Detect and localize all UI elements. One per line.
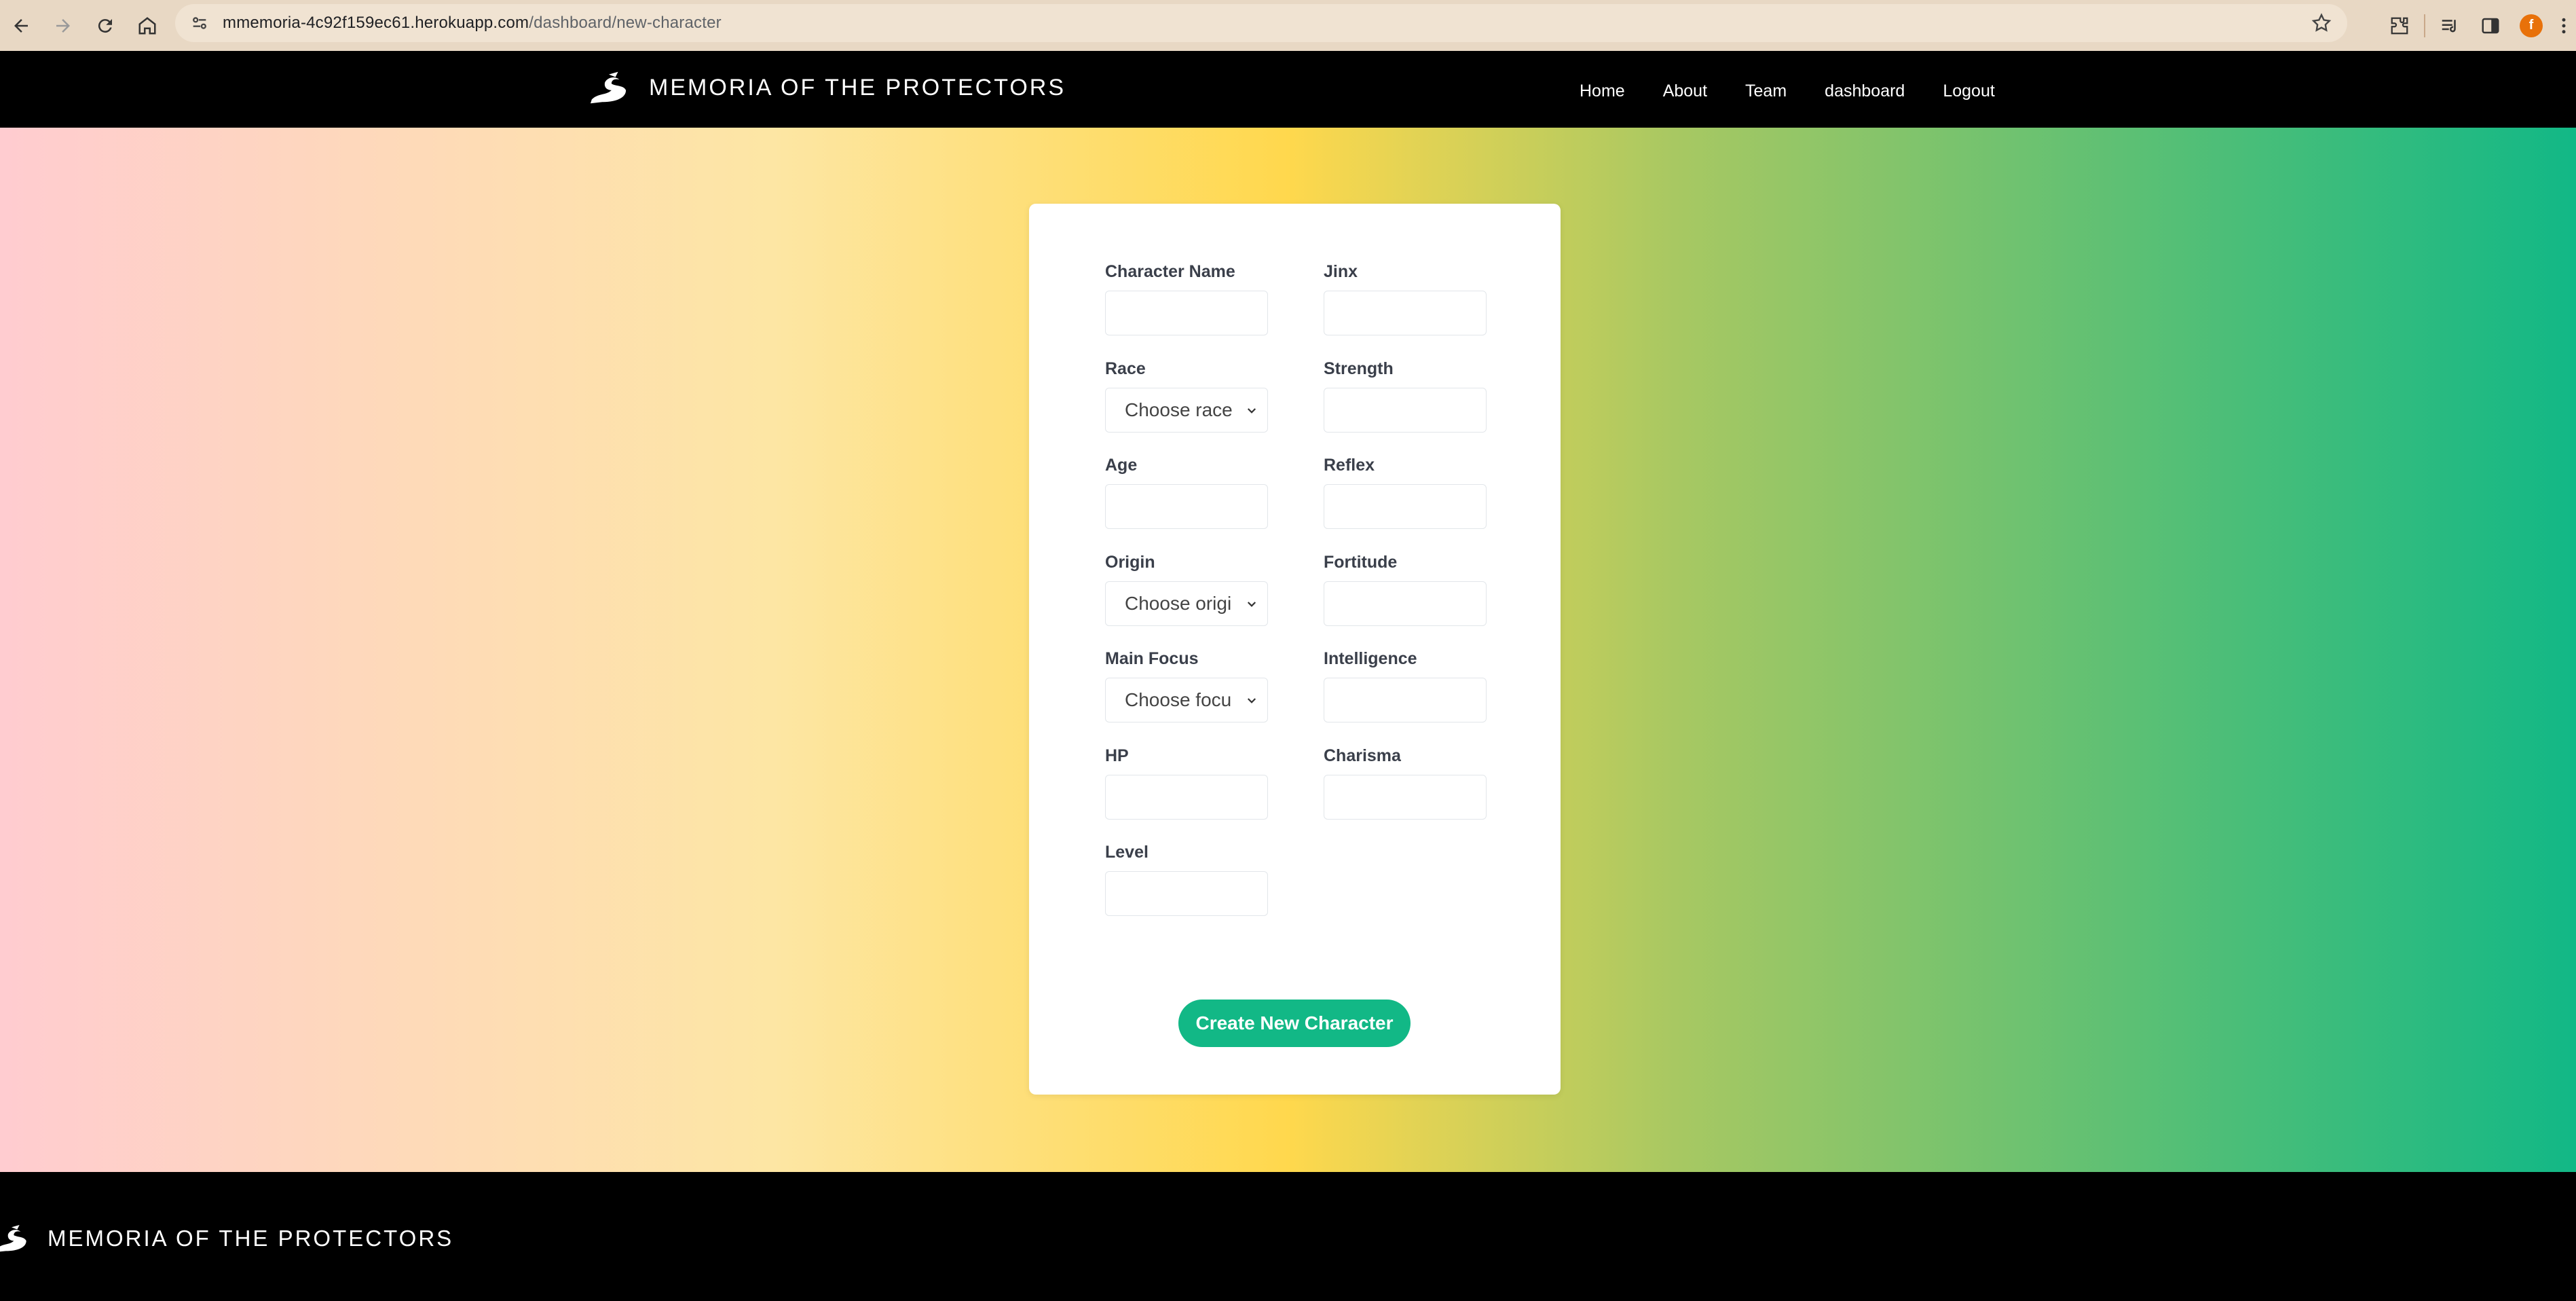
field-label: Race — [1105, 359, 1146, 378]
chevron-down-icon — [1247, 698, 1256, 703]
field-character-name: Character Name — [1105, 262, 1268, 359]
field-jinx: Jinx — [1324, 262, 1487, 359]
site-header: MEMORIA OF THE PROTECTORS Home About Tea… — [0, 51, 2576, 128]
field-reflex: Reflex — [1324, 456, 1487, 553]
form-column-right: Jinx Strength Reflex Fortitude Intellige… — [1324, 262, 1487, 843]
profile-avatar[interactable]: f — [2511, 5, 2552, 46]
dragon-logo-icon — [590, 71, 627, 104]
field-charisma: Charisma — [1324, 746, 1487, 843]
strength-input[interactable] — [1324, 387, 1487, 433]
browser-toolbar: mmemoria-4c92f159ec61.herokuapp.com/dash… — [0, 0, 2576, 51]
field-label: Level — [1105, 843, 1149, 862]
field-race: Race Choose race — [1105, 359, 1268, 456]
main-focus-select[interactable]: Choose focu — [1105, 678, 1268, 722]
select-value: Choose focu — [1125, 689, 1232, 710]
brand-name: MEMORIA OF THE PROTECTORS — [649, 74, 1066, 100]
nav-team[interactable]: Team — [1745, 81, 1787, 101]
main-nav: Home About Team dashboard Logout — [1580, 81, 1995, 101]
field-level: Level — [1105, 843, 1268, 940]
bookmark-star-icon[interactable] — [2311, 12, 2332, 34]
hp-input[interactable] — [1105, 774, 1268, 820]
age-input[interactable] — [1105, 484, 1268, 529]
reflex-input[interactable] — [1324, 484, 1487, 529]
field-label: Origin — [1105, 552, 1155, 572]
field-label: Age — [1105, 456, 1138, 475]
field-strength: Strength — [1324, 359, 1487, 456]
field-label: Intelligence — [1324, 649, 1417, 668]
field-label: Fortitude — [1324, 552, 1398, 572]
charisma-input[interactable] — [1324, 774, 1487, 820]
level-input[interactable] — [1105, 871, 1268, 916]
field-fortitude: Fortitude — [1324, 553, 1487, 650]
nav-home[interactable]: Home — [1580, 81, 1625, 101]
select-value: Choose race — [1125, 399, 1233, 420]
nav-logout[interactable]: Logout — [1943, 81, 1994, 101]
footer-brand-name: MEMORIA OF THE PROTECTORS — [48, 1226, 454, 1251]
site-footer: MEMORIA OF THE PROTECTORS — [0, 1172, 2576, 1301]
toolbar-divider — [2424, 14, 2425, 37]
extensions-icon[interactable] — [2379, 5, 2420, 46]
chevron-down-icon — [1247, 601, 1256, 607]
dragon-logo-icon — [0, 1225, 26, 1252]
field-hp: HP — [1105, 746, 1268, 843]
field-main-focus: Main Focus Choose focu — [1105, 649, 1268, 746]
create-character-button[interactable]: Create New Character — [1178, 1000, 1411, 1047]
jinx-input[interactable] — [1324, 291, 1487, 335]
nav-about[interactable]: About — [1663, 81, 1707, 101]
reload-icon[interactable] — [84, 5, 126, 47]
field-label: Jinx — [1324, 262, 1358, 281]
field-label: Charisma — [1324, 746, 1401, 765]
origin-select[interactable]: Choose origi — [1105, 581, 1268, 626]
back-icon[interactable] — [0, 5, 42, 47]
footer-brand[interactable]: MEMORIA OF THE PROTECTORS — [0, 1223, 453, 1254]
field-label: Character Name — [1105, 262, 1235, 281]
fortitude-input[interactable] — [1324, 581, 1487, 626]
select-value: Choose origi — [1125, 592, 1232, 614]
chevron-down-icon — [1247, 407, 1256, 414]
intelligence-input[interactable] — [1324, 678, 1487, 722]
main-content: Character Name Race Choose race Age Orig… — [0, 128, 2576, 1172]
menu-kebab-icon[interactable] — [2552, 5, 2576, 46]
field-label: Reflex — [1324, 456, 1375, 475]
character-name-input[interactable] — [1105, 291, 1268, 335]
form-column-left: Character Name Race Choose race Age Orig… — [1105, 262, 1268, 940]
nav-dashboard[interactable]: dashboard — [1825, 81, 1905, 101]
media-control-icon[interactable] — [2429, 5, 2470, 46]
field-origin: Origin Choose origi — [1105, 553, 1268, 650]
home-icon[interactable] — [126, 5, 168, 47]
field-age: Age — [1105, 456, 1268, 553]
side-panel-icon[interactable] — [2470, 5, 2511, 46]
url-text: mmemoria-4c92f159ec61.herokuapp.com/dash… — [223, 14, 722, 32]
field-label: Main Focus — [1105, 649, 1199, 668]
address-bar[interactable]: mmemoria-4c92f159ec61.herokuapp.com/dash… — [175, 4, 2347, 42]
forward-icon[interactable] — [42, 5, 84, 47]
site-settings-icon[interactable] — [186, 14, 213, 33]
field-label: Strength — [1324, 359, 1394, 378]
field-intelligence: Intelligence — [1324, 649, 1487, 746]
new-character-form: Character Name Race Choose race Age Orig… — [1029, 204, 1561, 1095]
race-select[interactable]: Choose race — [1105, 387, 1268, 433]
field-label: HP — [1105, 746, 1129, 765]
brand-link[interactable]: MEMORIA OF THE PROTECTORS — [589, 70, 1066, 105]
